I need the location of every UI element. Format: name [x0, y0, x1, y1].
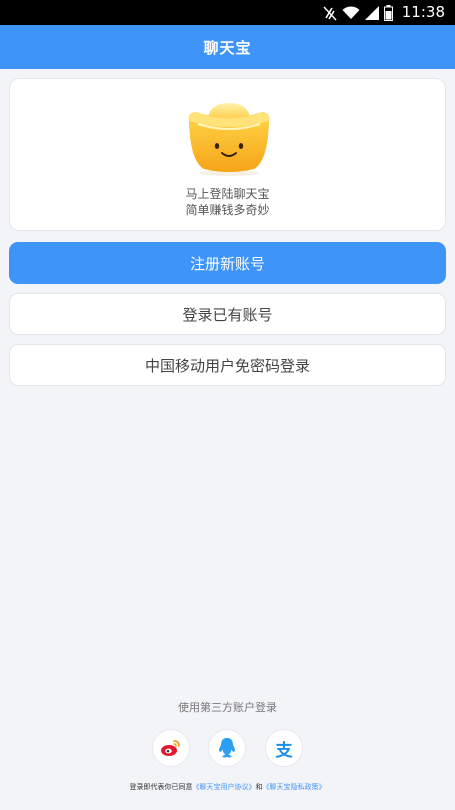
cell-signal-icon [364, 5, 379, 20]
alipay-login-button[interactable]: 支 [265, 729, 303, 767]
signal-off-icon [323, 6, 337, 20]
status-time: 11:38 [401, 3, 445, 21]
tagline-line-1: 马上登陆聊天宝 [185, 187, 270, 201]
tagline-line-2: 简单赚钱多奇妙 [185, 203, 270, 217]
agreement-prefix: 登录即代表你已同意 [129, 783, 193, 791]
agreement-text: 登录即代表你已同意《聊天宝用户协议》和《聊天宝隐私政策》 [0, 782, 455, 792]
battery-icon [383, 4, 393, 21]
alipay-icon: 支 [275, 740, 293, 761]
weibo-login-button[interactable] [152, 729, 190, 767]
page-title: 聊天宝 [203, 38, 252, 57]
status-bar: 11:38 [0, 0, 455, 25]
title-bar: 聊天宝 [0, 25, 455, 69]
gold-ingot-icon [188, 103, 270, 176]
hero-card: 马上登陆聊天宝 简单赚钱多奇妙 [9, 78, 446, 231]
china-mobile-login-button[interactable]: 中国移动用户免密码登录 [9, 344, 446, 386]
register-button[interactable]: 注册新账号 [9, 242, 446, 284]
third-party-login-title: 使用第三方账户登录 [178, 701, 277, 714]
login-button[interactable]: 登录已有账号 [9, 293, 446, 335]
qq-login-button[interactable] [208, 729, 246, 767]
wifi-icon [342, 5, 360, 19]
status-icons: 11:38 [323, 3, 445, 22]
privacy-policy-link[interactable]: 《聊天宝隐私政策》 [263, 783, 326, 791]
user-agreement-link[interactable]: 《聊天宝用户协议》 [193, 783, 256, 791]
weibo-icon [161, 740, 180, 756]
agreement-and: 和 [255, 783, 263, 791]
qq-icon [219, 738, 235, 758]
third-party-login-options: 支 [0, 729, 455, 767]
